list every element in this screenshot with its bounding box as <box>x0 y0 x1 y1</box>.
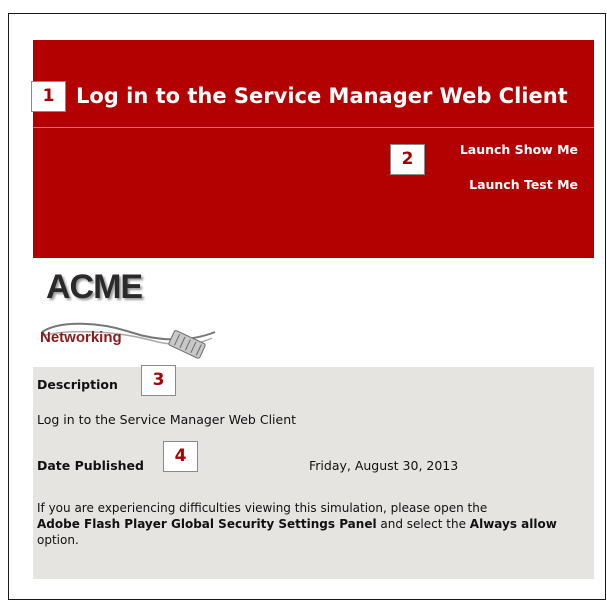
description-label: Description <box>37 377 118 392</box>
flash-settings-link[interactable]: Adobe Flash Player Global Security Setti… <box>37 517 377 531</box>
page-title: Log in to the Service Manager Web Client <box>76 84 568 108</box>
notice-text-1: If you are experiencing difficulties vie… <box>37 501 488 515</box>
info-panel: Description Log in to the Service Manage… <box>33 367 594 579</box>
logo-tagline: Networking <box>40 329 122 346</box>
header-divider <box>33 127 594 128</box>
notice-text-3: option. <box>37 533 79 547</box>
launch-show-me-link[interactable]: Launch Show Me <box>460 142 578 157</box>
callout-4: 4 <box>163 441 198 472</box>
description-text: Log in to the Service Manager Web Client <box>37 412 297 427</box>
launch-test-me-link[interactable]: Launch Test Me <box>469 177 578 192</box>
date-published-value: Friday, August 30, 2013 <box>309 458 459 473</box>
callout-3: 3 <box>141 365 176 396</box>
acme-networking-logo: ACME Networking <box>40 268 220 359</box>
flash-notice: If you are experiencing difficulties vie… <box>37 500 590 548</box>
notice-text-2: and select the <box>380 517 466 531</box>
header-banner: Launch Show Me Launch Test Me <box>33 40 594 258</box>
always-allow-option: Always allow <box>469 517 557 531</box>
callout-1: 1 <box>31 81 66 112</box>
callout-2: 2 <box>390 144 425 175</box>
date-published-label: Date Published <box>37 458 144 473</box>
